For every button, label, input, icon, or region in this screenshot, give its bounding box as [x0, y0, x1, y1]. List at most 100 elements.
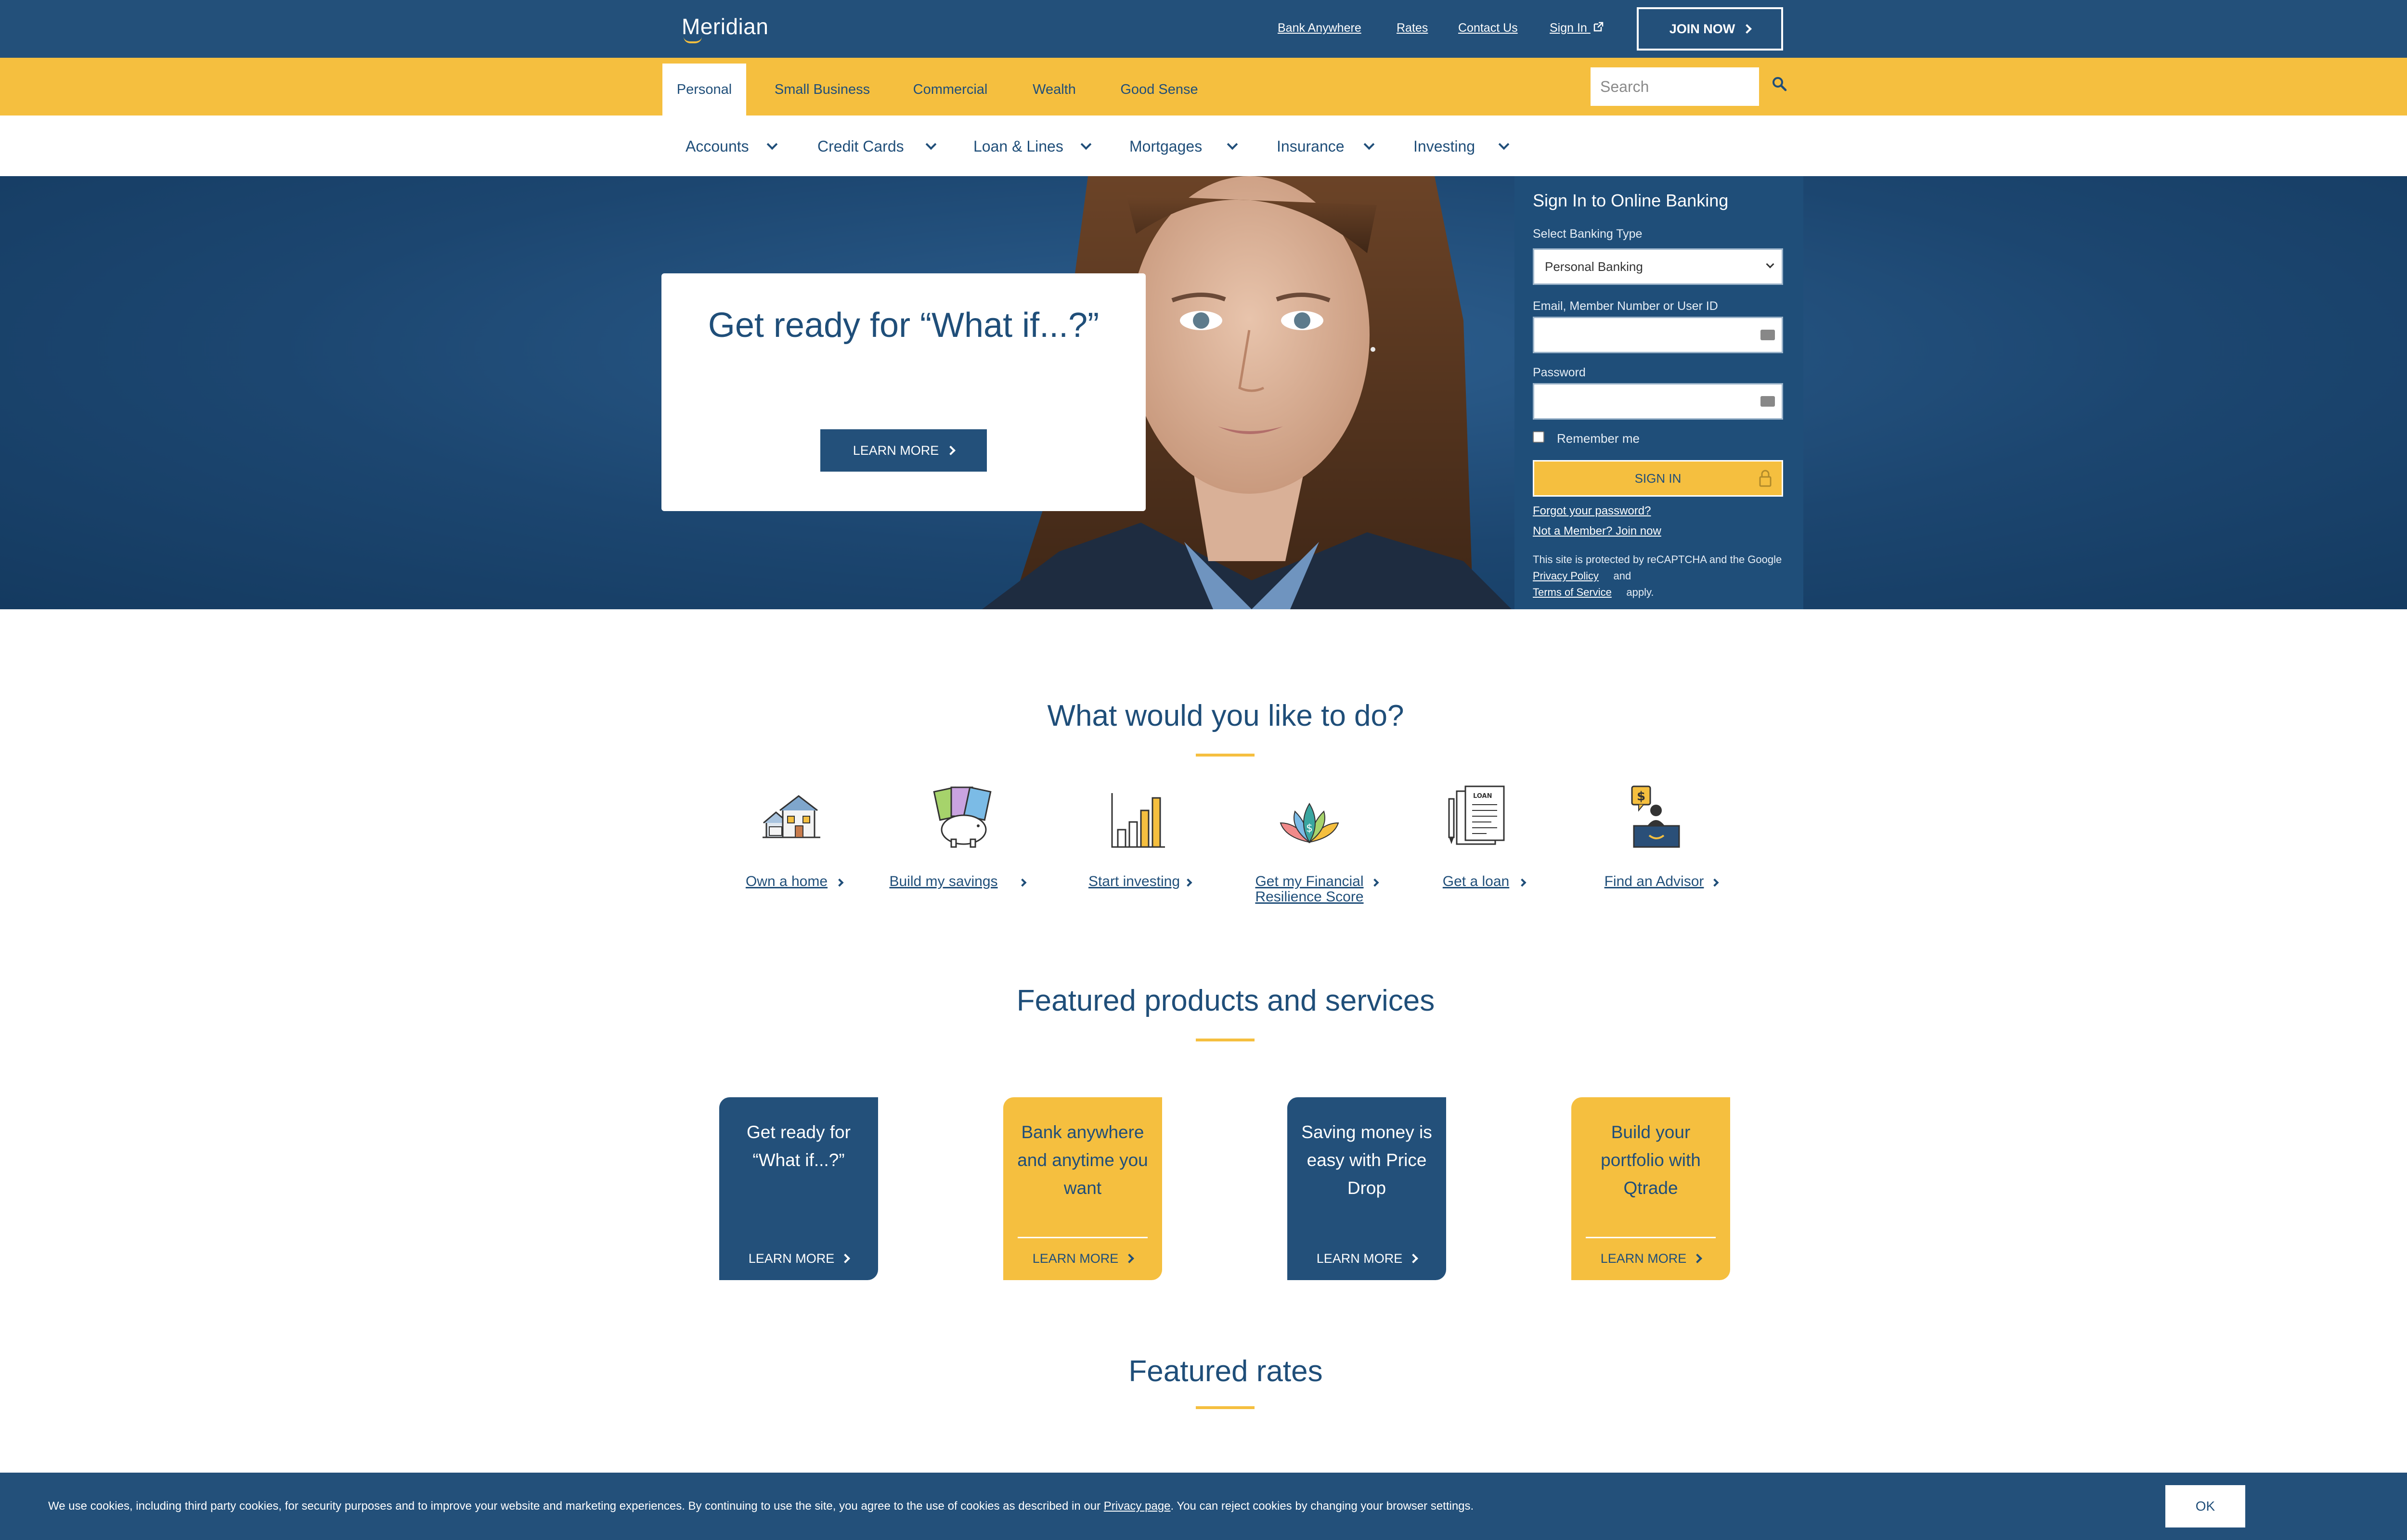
nav-insurance-label: Insurance [1277, 138, 1345, 155]
cookie-text-end: . You can reject cookies by changing you… [1170, 1500, 1474, 1513]
chevron-right-icon [1409, 1254, 1419, 1263]
piggy-bank-icon [933, 786, 992, 848]
recaptcha-apply: apply. [1626, 586, 1654, 598]
featured-card-price-drop[interactable]: Saving money is easy with Price Drop LEA… [1287, 1097, 1446, 1280]
meridian-logo[interactable]: Meridian [682, 13, 769, 43]
card-divider [1586, 1237, 1716, 1238]
svg-text:$: $ [1637, 789, 1645, 804]
chevron-down-icon [1363, 139, 1375, 150]
featured-learn-more-button[interactable]: LEARN MORE [719, 1246, 878, 1270]
cookie-notice: We use cookies, including third party co… [48, 1500, 1474, 1513]
cookie-banner: We use cookies, including third party co… [0, 1473, 2407, 1540]
chevron-down-icon [766, 139, 778, 150]
banking-type-select[interactable]: Personal Banking [1533, 248, 1783, 285]
forgot-password-link[interactable]: Forgot your password? [1533, 504, 1651, 518]
terms-of-service-link[interactable]: Terms of Service [1533, 586, 1612, 598]
nav-investing-label: Investing [1413, 138, 1475, 155]
sign-in-button[interactable]: SIGN IN [1533, 460, 1783, 497]
featured-learn-more-button[interactable]: LEARN MORE [1287, 1246, 1446, 1270]
nav-credit-cards-label: Credit Cards [817, 138, 904, 155]
featured-learn-more-button[interactable]: LEARN MORE [1571, 1246, 1730, 1270]
cookie-ok-button[interactable]: OK [2165, 1485, 2245, 1527]
house-icon [763, 795, 820, 838]
chevron-right-icon [946, 446, 956, 455]
remember-me-checkbox[interactable] [1533, 431, 1544, 443]
nav-loan-lines[interactable]: Loan & Lines [973, 138, 1099, 155]
heading-underline [1196, 1406, 1255, 1409]
password-input[interactable] [1533, 383, 1783, 420]
get-a-loan-label: Get a loan [1442, 873, 1510, 889]
hero-banner: Get ready for “What if...?” LEARN MORE [0, 176, 2407, 609]
password-label: Password [1533, 366, 1586, 379]
featured-card-bank-anywhere[interactable]: Bank anywhere and anytime you want LEARN… [1003, 1097, 1162, 1280]
action-start-investing[interactable]: Start investing [1059, 780, 1213, 889]
top-bar: Meridian Bank Anywhere Rates Contact Us … [0, 0, 2407, 58]
rates-link[interactable]: Rates [1397, 21, 1428, 35]
user-id-input[interactable] [1533, 317, 1783, 353]
logo-swoosh-icon [684, 37, 702, 43]
featured-card-text: Bank anywhere and anytime you want [1017, 1122, 1148, 1198]
password-manager-icon[interactable] [1760, 330, 1775, 340]
action-build-savings[interactable]: Build my savings [886, 780, 1040, 889]
hero-learn-more-button[interactable]: LEARN MORE [820, 429, 987, 472]
featured-card-what-if[interactable]: Get ready for “What if...?” LEARN MORE [719, 1097, 878, 1280]
svg-text:LOAN: LOAN [1473, 793, 1492, 800]
tab-wealth[interactable]: Wealth [1025, 64, 1083, 116]
action-get-a-loan[interactable]: LOAN Get a loan [1406, 780, 1560, 889]
lotus-icon: $ [1280, 803, 1339, 844]
featured-card-qtrade[interactable]: Build your portfolio with Qtrade LEARN M… [1571, 1097, 1730, 1280]
learn-more-label: LEARN MORE [1600, 1251, 1687, 1266]
chevron-down-icon [925, 139, 937, 150]
join-now-link[interactable]: Not a Member? Join now [1533, 525, 1661, 538]
logo-wordmark: Meridian [682, 14, 769, 39]
chevron-down-icon [1080, 139, 1092, 150]
privacy-page-link[interactable]: Privacy page [1104, 1500, 1171, 1513]
heading-underline [1196, 1039, 1255, 1041]
nav-mortgages-label: Mortgages [1129, 138, 1203, 155]
chevron-down-icon [1766, 260, 1774, 269]
nav-mortgages[interactable]: Mortgages [1129, 138, 1255, 155]
privacy-policy-link[interactable]: Privacy Policy [1533, 570, 1599, 582]
password-manager-icon[interactable] [1760, 396, 1775, 407]
financial-resilience-label: Get my Financial Resilience Score [1255, 873, 1364, 905]
join-now-button[interactable]: JOIN NOW [1637, 7, 1783, 51]
nav-investing[interactable]: Investing [1413, 138, 1519, 155]
chevron-right-icon [1742, 24, 1752, 34]
featured-rates-heading: Featured rates [1128, 1355, 1323, 1388]
featured-learn-more-button[interactable]: LEARN MORE [1003, 1246, 1162, 1270]
search-icon[interactable] [1772, 76, 1787, 91]
action-own-a-home[interactable]: Own a home [714, 780, 868, 889]
build-savings-label: Build my savings [889, 873, 998, 889]
banking-type-label: Select Banking Type [1533, 227, 1643, 241]
lock-icon [1759, 470, 1772, 487]
external-link-icon [1593, 22, 1604, 32]
tab-good-sense[interactable]: Good Sense [1112, 64, 1206, 116]
tab-small-business[interactable]: Small Business [765, 64, 879, 116]
sign-in-link-label: Sign In [1550, 21, 1587, 35]
tab-personal[interactable]: Personal [662, 64, 746, 116]
chevron-down-icon [1227, 139, 1238, 150]
contact-us-link[interactable]: Contact Us [1458, 21, 1518, 35]
sign-in-panel: Sign In to Online Banking Select Banking… [1514, 176, 1803, 609]
product-nav: Accounts Credit Cards Loan & Lines Mortg… [0, 116, 2407, 176]
nav-credit-cards[interactable]: Credit Cards [817, 138, 943, 155]
search-input[interactable] [1591, 67, 1759, 106]
nav-insurance[interactable]: Insurance [1277, 138, 1387, 155]
sign-in-link[interactable]: Sign In [1550, 21, 1604, 35]
advisor-desk-icon: $ [1631, 785, 1680, 848]
nav-accounts[interactable]: Accounts [686, 138, 782, 155]
bank-anywhere-link[interactable]: Bank Anywhere [1278, 21, 1361, 35]
action-financial-resilience[interactable]: $ Get my Financial Resilience Score [1232, 780, 1386, 905]
featured-card-text: Saving money is easy with Price Drop [1301, 1122, 1432, 1198]
join-now-label: JOIN NOW [1669, 21, 1735, 36]
action-find-advisor[interactable]: $ Find an Advisor [1579, 780, 1733, 889]
tab-commercial[interactable]: Commercial [902, 64, 998, 116]
find-advisor-label: Find an Advisor [1604, 873, 1704, 889]
sign-in-title: Sign In to Online Banking [1533, 191, 1729, 210]
hero-learn-more-label: LEARN MORE [853, 443, 939, 458]
recaptcha-notice: This site is protected by reCAPTCHA and … [1533, 552, 1783, 601]
actions-heading: What would you like to do? [1047, 699, 1404, 732]
bar-chart-icon [1111, 793, 1165, 848]
chevron-right-icon [1125, 1254, 1135, 1263]
cookie-text: We use cookies, including third party co… [48, 1500, 1101, 1513]
